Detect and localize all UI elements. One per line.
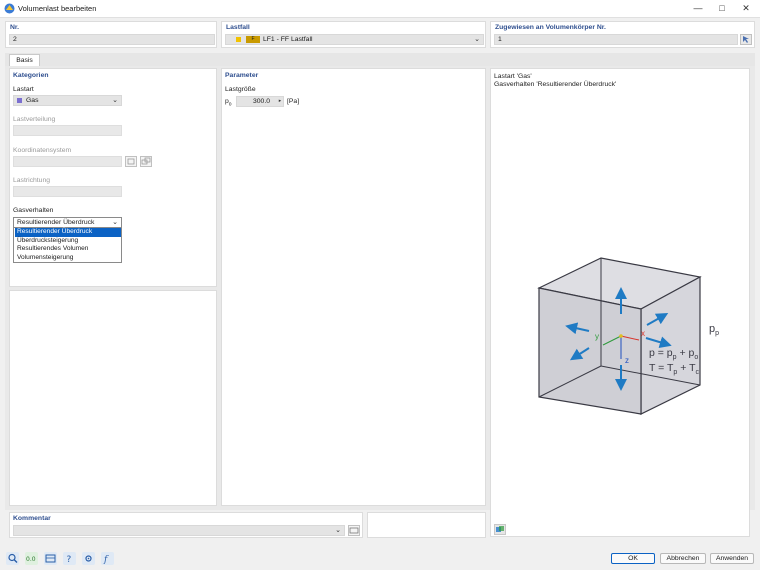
po-unit: [Pa]	[287, 98, 300, 105]
koordinatensystem-select	[13, 156, 122, 167]
lastrichtung-label: Lastrichtung	[13, 177, 51, 184]
cancel-button[interactable]: Abbrechen	[660, 553, 706, 564]
chevron-down-icon: ⌄	[335, 527, 341, 534]
function-icon[interactable]: f	[101, 552, 114, 565]
lastgroesse-label: Lastgröße	[225, 86, 256, 93]
lastart-select[interactable]: Gas ⌄	[13, 95, 122, 106]
lastfall-label: Lastfall	[226, 24, 250, 31]
nr-panel: Nr. 2	[5, 21, 217, 48]
axis-y-label: y	[595, 332, 599, 341]
nr-field[interactable]: 2	[9, 34, 215, 45]
kommentar-extra-panel	[367, 512, 486, 538]
lastverteilung-label: Lastverteilung	[13, 116, 56, 123]
app-icon	[4, 3, 15, 14]
help-icon[interactable]: ?	[63, 552, 76, 565]
settings-icon[interactable]	[82, 552, 95, 565]
dropdown-option[interactable]: Volumensteigerung	[15, 254, 121, 263]
window-title: Volumenlast bearbeiten	[18, 4, 97, 13]
parameter-panel: Parameter Lastgröße po 300.0 ▸ [Pa]	[221, 68, 486, 506]
tab-basis[interactable]: Basis	[9, 54, 40, 66]
gasverhalten-label: Gasverhalten	[13, 207, 54, 214]
dropdown-option[interactable]: Resultierendes Volumen	[15, 245, 121, 254]
lastfall-value: LF1 - FF Lastfall	[263, 36, 313, 43]
preview-panel: Lastart 'Gas' Gasverhalten 'Resultierend…	[490, 68, 750, 537]
equation-temperature: T = Tp + Tc	[649, 362, 700, 377]
numbers-icon[interactable]: 0.0	[25, 552, 38, 565]
close-icon[interactable]: ✕	[739, 2, 753, 14]
axis-x-label: x	[641, 329, 645, 338]
lastart-label: Lastart	[13, 86, 34, 93]
lastverteilung-select	[13, 125, 122, 136]
kommentar-panel: Kommentar ⌄	[9, 512, 363, 538]
maximize-icon[interactable]: □	[715, 2, 729, 14]
apply-button[interactable]: Anwenden	[710, 553, 754, 564]
lastfall-select[interactable]: F LF1 - FF Lastfall ⌄	[225, 34, 484, 45]
lastart-value: Gas	[26, 97, 39, 104]
assigned-label: Zugewiesen an Volumenkörper Nr.	[495, 24, 606, 31]
info-panel	[9, 290, 217, 506]
lastrichtung-select	[13, 186, 122, 197]
search-icon[interactable]	[6, 552, 19, 565]
parameter-title: Parameter	[225, 72, 259, 79]
gas-load-diagram	[537, 257, 702, 415]
dropdown-option[interactable]: Resultierender Überdruck	[15, 228, 121, 237]
edit-coordinate-system-icon	[140, 156, 152, 167]
assigned-panel: Zugewiesen an Volumenkörper Nr. 1	[490, 21, 755, 48]
minimize-icon[interactable]: —	[691, 2, 705, 14]
pp-label: pp	[709, 323, 720, 338]
gasverhalten-dropdown-list: Resultierender Überdruck Überdrucksteige…	[13, 227, 122, 263]
select-solid-icon[interactable]	[740, 34, 752, 45]
table-icon[interactable]	[44, 552, 57, 565]
svg-text:0.0: 0.0	[26, 556, 36, 563]
ok-button[interactable]: OK	[611, 553, 655, 564]
kommentar-library-icon[interactable]	[348, 525, 360, 536]
lastart-color-swatch	[17, 98, 22, 103]
dropdown-option[interactable]: Überdrucksteigerung	[15, 237, 121, 246]
title-bar: Volumenlast bearbeiten — □ ✕	[0, 0, 760, 18]
lastfall-badge: F	[246, 36, 260, 43]
koordinatensystem-label: Koordinatensystem	[13, 147, 72, 154]
gasverhalten-value: Resultierender Überdruck	[17, 219, 95, 226]
assigned-field[interactable]: 1	[494, 34, 738, 45]
chevron-down-icon: ⌄	[112, 97, 118, 104]
tab-strip	[5, 53, 755, 66]
lastfall-color-swatch	[236, 37, 241, 42]
equation-pressure: p = pp + po	[649, 347, 699, 362]
new-coordinate-system-icon	[125, 156, 137, 167]
po-symbol: po	[225, 98, 232, 108]
kommentar-label: Kommentar	[13, 515, 51, 522]
svg-text:f: f	[103, 555, 109, 565]
svg-text:?: ?	[67, 555, 72, 565]
spin-right-icon[interactable]: ▸	[276, 97, 284, 106]
axis-z-label: z	[625, 356, 629, 365]
nr-label: Nr.	[10, 24, 20, 31]
chevron-down-icon: ⌄	[474, 36, 480, 43]
kommentar-field[interactable]: ⌄	[13, 525, 345, 536]
preview-options-icon[interactable]	[494, 524, 506, 535]
kategorien-title: Kategorien	[13, 72, 49, 79]
lastfall-panel: Lastfall F LF1 - FF Lastfall ⌄	[221, 21, 486, 48]
